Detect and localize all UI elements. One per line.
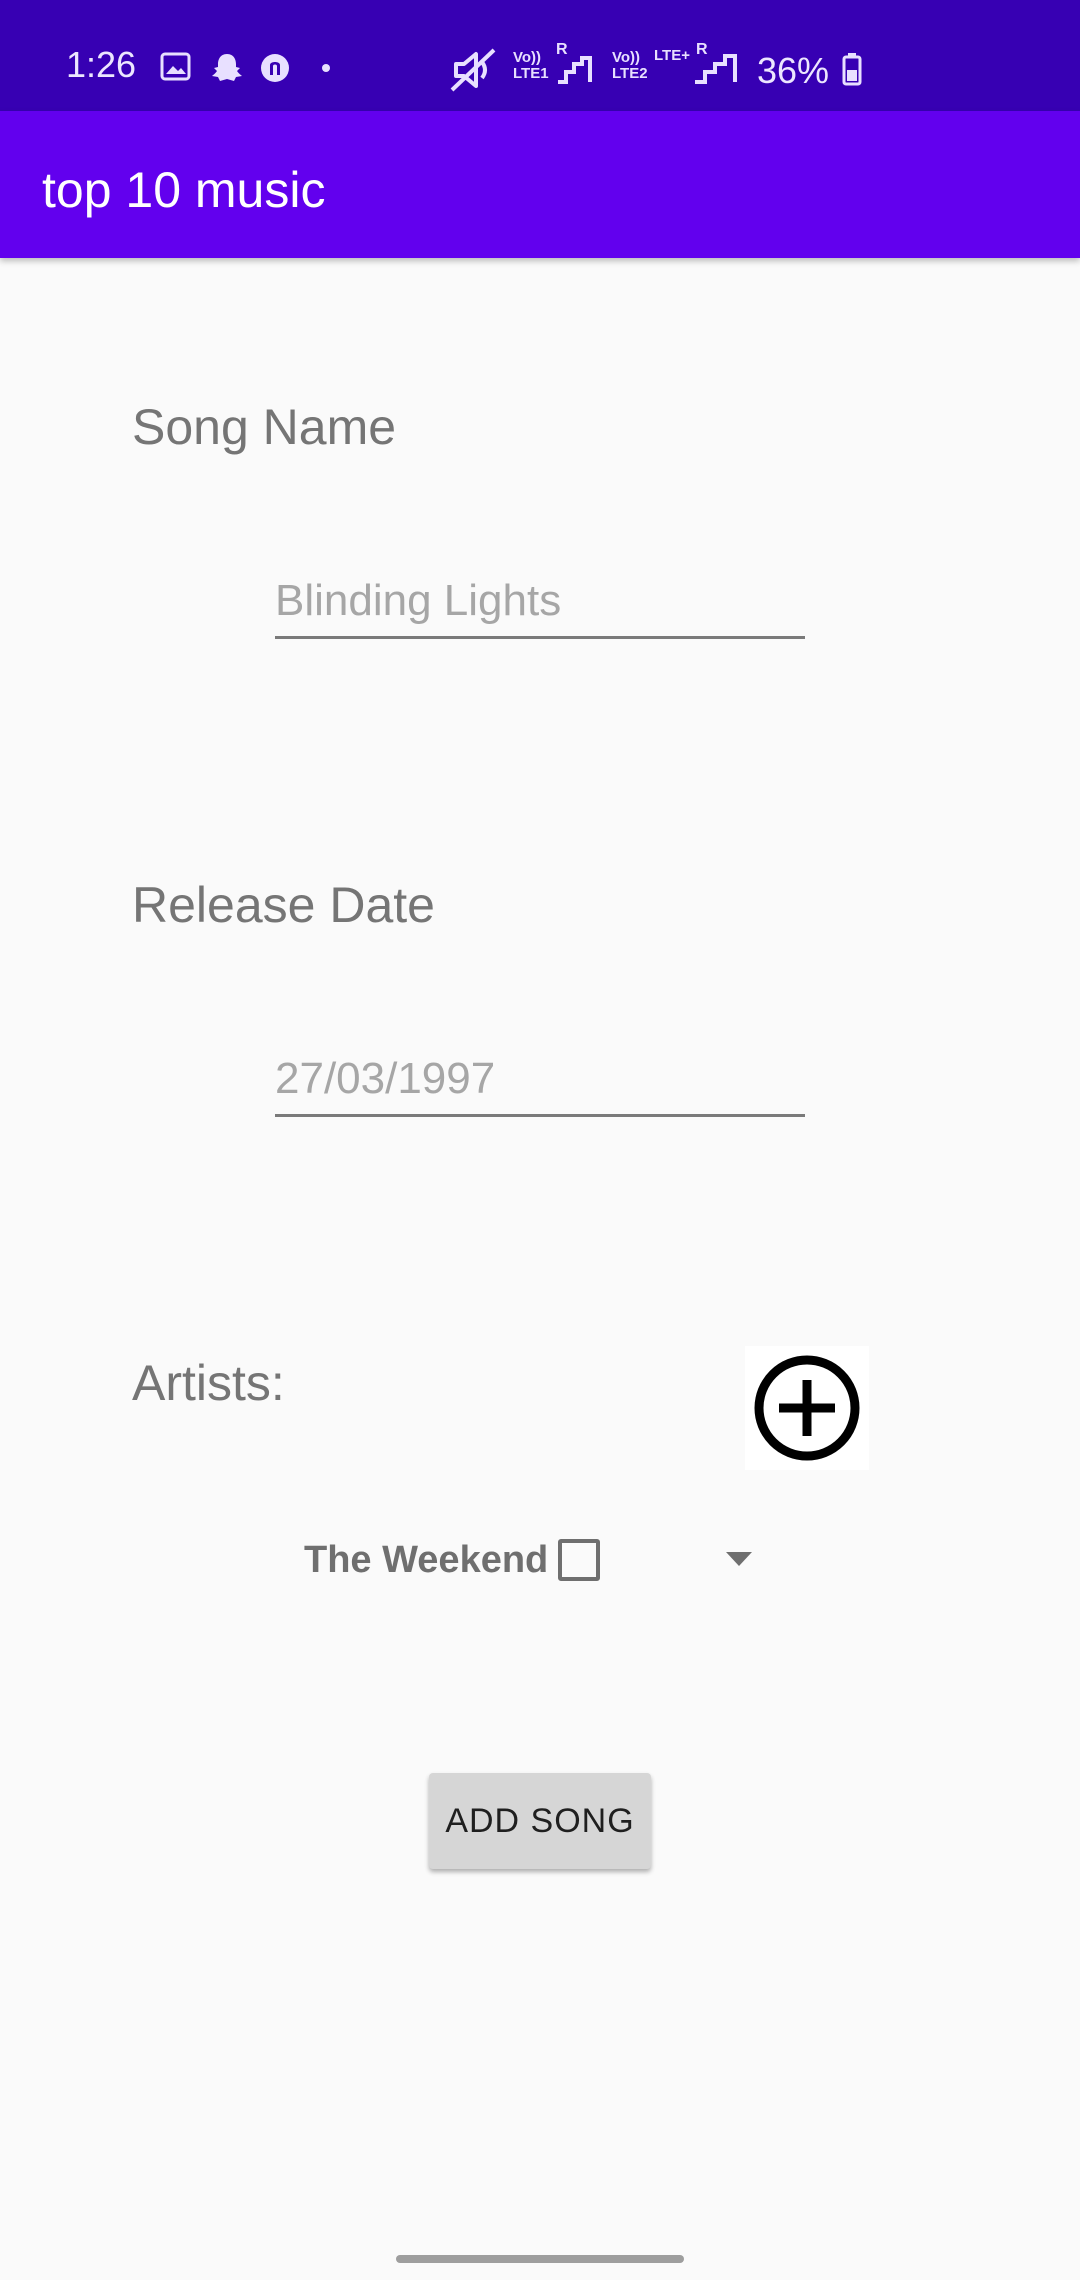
battery-icon [842, 53, 862, 86]
snapchat-icon [212, 54, 242, 81]
release-date-input[interactable] [275, 1044, 805, 1117]
artist-name: The Weekend [304, 1539, 549, 1581]
sim2-label: Vo)) LTE2 [612, 49, 648, 82]
release-date-label: Release Date [132, 877, 435, 933]
song-name-label: Song Name [132, 399, 397, 455]
artists-label: Artists: [132, 1355, 285, 1411]
gallery-icon [160, 52, 191, 81]
status-time: 1:26 [66, 44, 137, 85]
dot-icon [322, 64, 330, 72]
app-title: top 10 music [42, 162, 326, 218]
add-artist-button[interactable] [745, 1346, 869, 1470]
thread-icon [261, 54, 289, 82]
battery-percent: 36% [757, 50, 830, 91]
add-circle-icon [754, 1355, 860, 1461]
add-song-button[interactable]: ADD SONG [429, 1773, 651, 1869]
song-name-input[interactable] [275, 566, 805, 639]
sim1-label: Vo)) LTE1 [513, 49, 549, 82]
artist-checkbox[interactable] [558, 1539, 600, 1581]
home-indicator[interactable] [396, 2255, 684, 2263]
signal-icon [695, 54, 737, 84]
dropdown-arrow-icon[interactable] [724, 1550, 754, 1568]
signal-icon [558, 56, 592, 84]
lte-plus-label: LTE+ [654, 47, 690, 64]
app-bar: top 10 music [0, 111, 1080, 258]
mute-icon [450, 48, 496, 92]
status-bar: 1:26 Vo)) LTE1 R Vo)) LTE2 LTE+ R 36% [0, 0, 1080, 111]
